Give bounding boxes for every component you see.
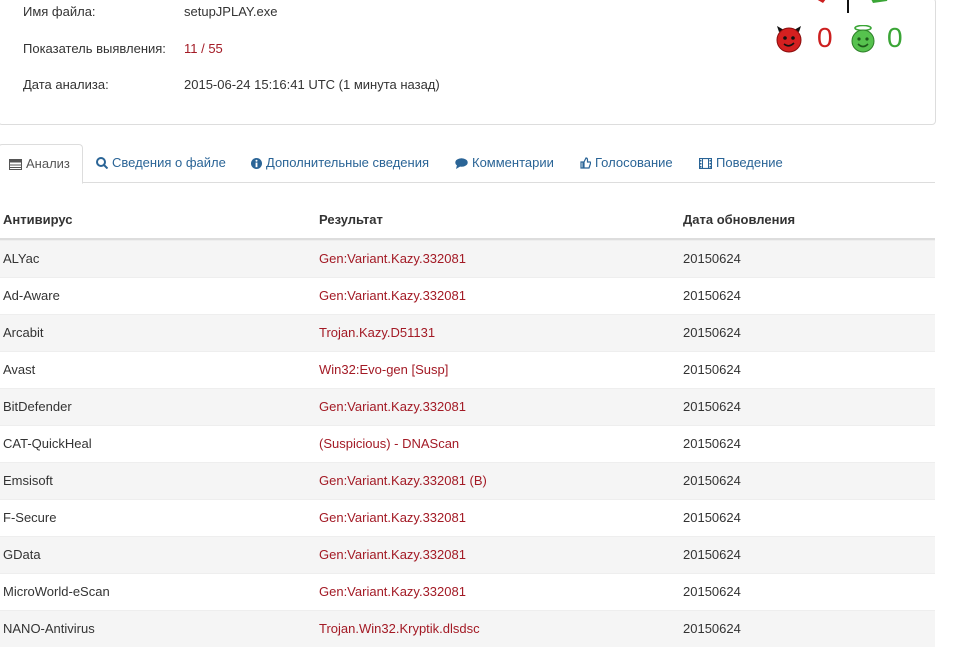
table-row: BitDefender Gen:Variant.Kazy.332081 201506…: [0, 388, 935, 425]
harmless-count: 0: [887, 22, 903, 53]
detection-result: Gen:Variant.Kazy.332081 (B): [319, 473, 487, 488]
file-summary-panel: Имя файла: setupJPLAY.exe Показатель выя…: [0, 0, 936, 125]
angel-face-icon: [851, 25, 875, 53]
antivirus-name: Avast: [3, 362, 36, 377]
detection-result: Trojan.Win32.Kryptik.dlsdsc: [319, 621, 480, 636]
table-header: Антивирус Результат Дата обновления: [0, 202, 935, 240]
table-row: NANO-Antivirus Trojan.Win32.Kryptik.dlsds…: [0, 610, 935, 647]
vote-down-arrow-icon[interactable]: [809, 0, 833, 3]
update-date: 20150624: [683, 288, 741, 303]
update-date: 20150624: [683, 251, 741, 266]
table-row: MicroWorld-eScan Gen:Variant.Kazy.332081 2…: [0, 573, 935, 610]
update-date: 20150624: [683, 510, 741, 525]
table-row: F-Secure Gen:Variant.Kazy.332081 20150624: [0, 499, 935, 536]
table-row: Ad-Aware Gen:Variant.Kazy.332081 20150624: [0, 277, 935, 314]
filename-label: Имя файла:: [23, 4, 96, 19]
comment-icon: [455, 158, 468, 169]
antivirus-name: Emsisoft: [3, 473, 53, 488]
antivirus-name: Arcabit: [3, 325, 44, 340]
table-icon: [9, 159, 22, 170]
antivirus-name: NANO-Antivirus: [3, 621, 95, 636]
vote-divider: [847, 0, 849, 13]
column-header-update-date[interactable]: Дата обновления: [683, 202, 795, 238]
column-header-result[interactable]: Результат: [319, 202, 383, 238]
antivirus-name: BitDefender: [3, 399, 72, 414]
detection-result: Win32:Evo-gen [Susp]: [319, 362, 449, 377]
filename-value: setupJPLAY.exe: [184, 4, 278, 19]
detection-result: Gen:Variant.Kazy.332081: [319, 547, 466, 562]
film-icon: [698, 157, 713, 170]
table-row: Emsisoft Gen:Variant.Kazy.332081 (B) 20150…: [0, 462, 935, 499]
table-body: ALYac Gen:Variant.Kazy.332081 20150624 Ad-A…: [0, 240, 935, 647]
tab-comments-label: Комментарии: [472, 155, 554, 170]
tab-analysis-label: Анализ: [26, 156, 70, 171]
update-date: 20150624: [683, 436, 741, 451]
analysis-date-label: Дата анализа:: [23, 77, 109, 92]
vote-up-arrow-icon[interactable]: [869, 0, 891, 3]
antivirus-name: ALYac: [3, 251, 40, 266]
table-row: Arcabit Trojan.Kazy.D51131 20150624: [0, 314, 935, 351]
update-date: 20150624: [683, 584, 741, 599]
analysis-date-value: 2015-06-24 15:16:41 UTC (1 минута назад): [184, 77, 440, 92]
detection-ratio-value: 11 / 55: [184, 41, 223, 56]
detection-result: Gen:Variant.Kazy.332081: [319, 288, 466, 303]
tab-additional-info-label: Дополнительные сведения: [266, 155, 430, 170]
tab-comments[interactable]: Комментарии: [455, 144, 554, 182]
table-row: Avast Win32:Evo-gen [Susp] 20150624: [0, 351, 935, 388]
antivirus-name: GData: [3, 547, 41, 562]
table-row: CAT-QuickHeal (Suspicious) - DNAScan 20150…: [0, 425, 935, 462]
table-row: GData Gen:Variant.Kazy.332081 20150624: [0, 536, 935, 573]
devil-face-icon: [776, 26, 802, 53]
antivirus-name: Ad-Aware: [3, 288, 60, 303]
update-date: 20150624: [683, 621, 741, 636]
antivirus-results-table: Антивирус Результат Дата обновления ALYa…: [0, 202, 935, 647]
update-date: 20150624: [683, 473, 741, 488]
tab-additional-info[interactable]: Дополнительные сведения: [251, 144, 429, 182]
detection-result: Gen:Variant.Kazy.332081: [319, 510, 466, 525]
update-date: 20150624: [683, 362, 741, 377]
antivirus-name: F-Secure: [3, 510, 57, 525]
antivirus-name: MicroWorld-eScan: [3, 584, 110, 599]
tab-file-details[interactable]: Сведения о файле: [96, 144, 226, 182]
tab-voting-label: Голосование: [595, 155, 673, 170]
detection-result: Gen:Variant.Kazy.332081: [319, 399, 466, 414]
tab-file-details-label: Сведения о файле: [112, 155, 226, 170]
analysis-tabs: Анализ Сведения о файле Дополнительные с…: [0, 144, 935, 184]
update-date: 20150624: [683, 547, 741, 562]
malicious-count: 0: [817, 22, 833, 53]
update-date: 20150624: [683, 399, 741, 414]
detection-result: Gen:Variant.Kazy.332081: [319, 584, 466, 599]
info-icon: [251, 158, 262, 169]
tab-analysis[interactable]: Анализ: [0, 144, 83, 184]
update-date: 20150624: [683, 325, 741, 340]
detection-result: Gen:Variant.Kazy.332081: [319, 251, 466, 266]
tab-behavior-label: Поведение: [716, 155, 783, 170]
table-row: ALYac Gen:Variant.Kazy.332081 20150624: [0, 240, 935, 277]
tab-behavior[interactable]: Поведение: [698, 144, 783, 182]
column-header-antivirus[interactable]: Антивирус: [3, 202, 73, 238]
magnifier-icon: [96, 157, 109, 170]
detection-result: Trojan.Kazy.D51131: [319, 325, 436, 340]
thumb-icon: [580, 157, 592, 169]
tab-voting[interactable]: Голосование: [580, 144, 673, 182]
detection-result: (Suspicious) - DNAScan: [319, 436, 460, 451]
antivirus-name: CAT-QuickHeal: [3, 436, 92, 451]
detection-ratio-label: Показатель выявления:: [23, 41, 166, 56]
